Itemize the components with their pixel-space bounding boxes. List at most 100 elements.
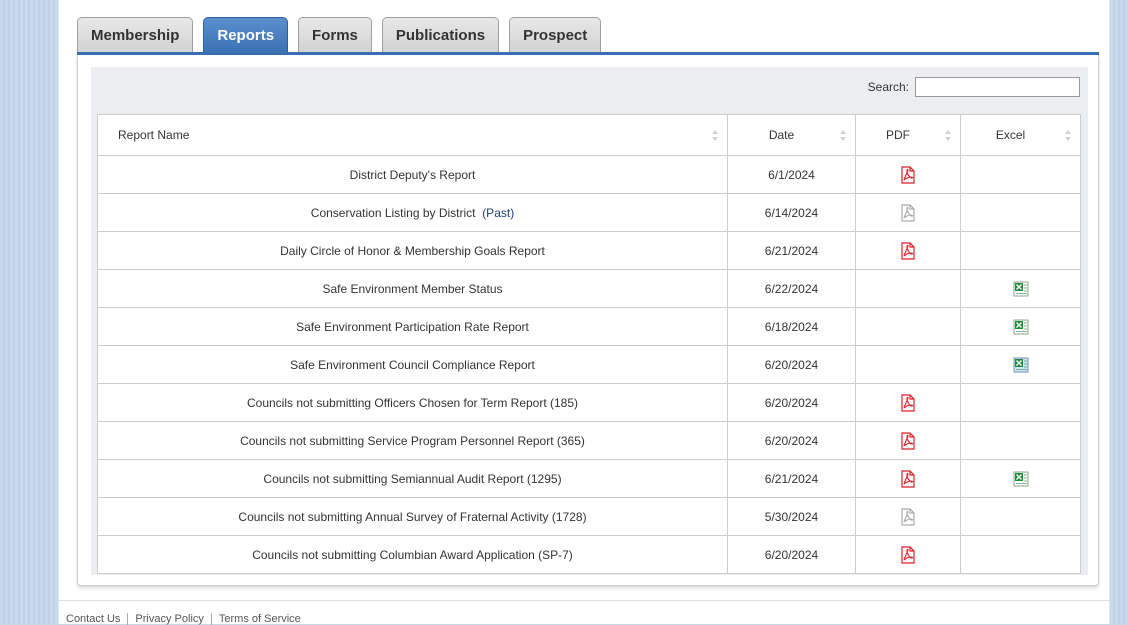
report-name[interactable]: Councils not submitting Columbian Award … bbox=[252, 548, 573, 562]
excel-cell bbox=[960, 421, 1081, 460]
report-date: 6/1/2024 bbox=[768, 167, 815, 182]
sort-arrows-icon bbox=[712, 130, 719, 141]
pdf-file-icon[interactable] bbox=[900, 203, 916, 222]
search-input[interactable] bbox=[915, 77, 1080, 97]
report-name[interactable]: Councils not submitting Service Program … bbox=[240, 434, 585, 448]
table-row: Safe Environment Council Compliance Repo… bbox=[97, 345, 1081, 384]
pdf-cell bbox=[855, 421, 961, 460]
footer-link-terms-of-service[interactable]: Terms of Service bbox=[212, 613, 308, 625]
report-date-cell: 6/18/2024 bbox=[727, 307, 856, 346]
tab-prospect[interactable]: Prospect bbox=[509, 17, 602, 53]
report-date-cell: 6/20/2024 bbox=[727, 345, 856, 384]
pdf-file-icon[interactable] bbox=[900, 431, 916, 450]
report-date-cell: 6/20/2024 bbox=[727, 421, 856, 460]
pdf-file-icon[interactable] bbox=[900, 165, 916, 184]
report-name[interactable]: Councils not submitting Annual Survey of… bbox=[238, 510, 586, 524]
report-name-cell: Safe Environment Participation Rate Repo… bbox=[97, 307, 728, 346]
pdf-file-icon[interactable] bbox=[900, 507, 916, 526]
search-label: Search: bbox=[867, 80, 909, 94]
footer-links: Contact Us Privacy Policy Terms of Servi… bbox=[66, 613, 308, 625]
report-name-cell: Councils not submitting Officers Chosen … bbox=[97, 383, 728, 422]
report-name-cell: Councils not submitting Service Program … bbox=[97, 421, 728, 460]
column-header-label: PDF bbox=[886, 128, 910, 142]
pdf-file-icon[interactable] bbox=[900, 545, 916, 564]
tab-publications[interactable]: Publications bbox=[381, 17, 500, 53]
pdf-cell bbox=[855, 155, 961, 194]
report-date: 6/22/2024 bbox=[764, 281, 819, 296]
report-date-cell: 6/20/2024 bbox=[727, 535, 856, 574]
excel-cell bbox=[960, 459, 1081, 498]
excel-cell bbox=[960, 345, 1081, 384]
table-row: Councils not submitting Annual Survey of… bbox=[97, 497, 1081, 536]
column-header-label: Date bbox=[768, 128, 795, 142]
column-header-label: Excel bbox=[995, 128, 1026, 142]
report-name[interactable]: Safe Environment Member Status bbox=[322, 282, 502, 296]
search-box: Search: bbox=[868, 77, 1080, 97]
excel-file-icon[interactable] bbox=[1012, 470, 1030, 488]
report-date-cell: 6/21/2024 bbox=[727, 459, 856, 498]
report-date-cell: 6/14/2024 bbox=[727, 193, 856, 232]
pdf-file-icon[interactable] bbox=[900, 241, 916, 260]
pdf-cell bbox=[855, 535, 961, 574]
report-name-cell: Councils not submitting Columbian Award … bbox=[97, 535, 728, 574]
footer-link-contact-us[interactable]: Contact Us bbox=[66, 613, 129, 625]
pdf-cell bbox=[855, 307, 961, 346]
table-row: Conservation Listing by District (Past) 6… bbox=[97, 193, 1081, 232]
column-header-excel[interactable]: Excel bbox=[960, 114, 1081, 156]
pdf-cell bbox=[855, 345, 961, 384]
table-row: Safe Environment Member Status 6/22/2024 bbox=[97, 269, 1081, 308]
table-row: Councils not submitting Columbian Award … bbox=[97, 535, 1081, 574]
nav-tabs: Membership Reports Forms Publications Pr… bbox=[77, 17, 611, 53]
report-name-cell: Councils not submitting Semiannual Audit… bbox=[97, 459, 728, 498]
tab-reports[interactable]: Reports bbox=[203, 17, 289, 53]
excel-cell bbox=[960, 497, 1081, 536]
report-name[interactable]: Councils not submitting Officers Chosen … bbox=[247, 396, 578, 410]
report-date-cell: 5/30/2024 bbox=[727, 497, 856, 536]
column-header-label: Report Name bbox=[118, 128, 190, 142]
column-header-date[interactable]: Date bbox=[727, 114, 856, 156]
past-report-link[interactable]: (Past) bbox=[482, 206, 514, 220]
report-date: 6/20/2024 bbox=[764, 433, 819, 448]
footer: Contact Us Privacy Policy Terms of Servi… bbox=[59, 600, 1109, 625]
column-header-report-name[interactable]: Report Name bbox=[97, 114, 728, 156]
excel-file-icon[interactable] bbox=[1012, 356, 1030, 374]
table-row: Councils not submitting Service Program … bbox=[97, 421, 1081, 460]
report-name[interactable]: Councils not submitting Semiannual Audit… bbox=[263, 472, 561, 486]
report-date: 6/21/2024 bbox=[764, 243, 819, 258]
report-name-cell: Safe Environment Member Status bbox=[97, 269, 728, 308]
excel-cell bbox=[960, 193, 1081, 232]
report-name[interactable]: Safe Environment Participation Rate Repo… bbox=[296, 320, 529, 334]
pdf-cell bbox=[855, 231, 961, 270]
pdf-cell bbox=[855, 269, 961, 308]
excel-cell bbox=[960, 307, 1081, 346]
pdf-cell bbox=[855, 497, 961, 536]
report-date: 6/20/2024 bbox=[764, 357, 819, 372]
pdf-file-icon[interactable] bbox=[900, 469, 916, 488]
report-name[interactable]: Conservation Listing by District bbox=[311, 206, 476, 220]
table-row: Daily Circle of Honor & Membership Goals… bbox=[97, 231, 1081, 270]
report-name[interactable]: Daily Circle of Honor & Membership Goals… bbox=[280, 244, 545, 258]
report-name[interactable]: Safe Environment Council Compliance Repo… bbox=[290, 358, 535, 372]
pdf-file-icon[interactable] bbox=[900, 393, 916, 412]
right-background-stripe bbox=[1110, 0, 1128, 624]
table-body: District Deputy's Report 6/1/2024 Conserva… bbox=[97, 155, 1081, 574]
report-date: 6/21/2024 bbox=[764, 471, 819, 486]
report-date: 6/20/2024 bbox=[764, 547, 819, 562]
pdf-cell bbox=[855, 459, 961, 498]
table-row: Councils not submitting Officers Chosen … bbox=[97, 383, 1081, 422]
pdf-cell bbox=[855, 193, 961, 232]
footer-link-privacy-policy[interactable]: Privacy Policy bbox=[128, 613, 212, 625]
excel-file-icon[interactable] bbox=[1012, 318, 1030, 336]
sort-arrows-icon bbox=[1065, 130, 1072, 141]
report-name-cell: Safe Environment Council Compliance Repo… bbox=[97, 345, 728, 384]
excel-file-icon[interactable] bbox=[1012, 280, 1030, 298]
report-date-cell: 6/20/2024 bbox=[727, 383, 856, 422]
tab-forms[interactable]: Forms bbox=[298, 17, 372, 53]
sort-arrows-icon bbox=[840, 130, 847, 141]
report-name[interactable]: District Deputy's Report bbox=[350, 168, 476, 182]
table-row: Safe Environment Participation Rate Repo… bbox=[97, 307, 1081, 346]
report-date-cell: 6/21/2024 bbox=[727, 231, 856, 270]
tab-membership[interactable]: Membership bbox=[77, 17, 194, 53]
report-name-cell: Conservation Listing by District (Past) bbox=[97, 193, 728, 232]
column-header-pdf[interactable]: PDF bbox=[855, 114, 961, 156]
